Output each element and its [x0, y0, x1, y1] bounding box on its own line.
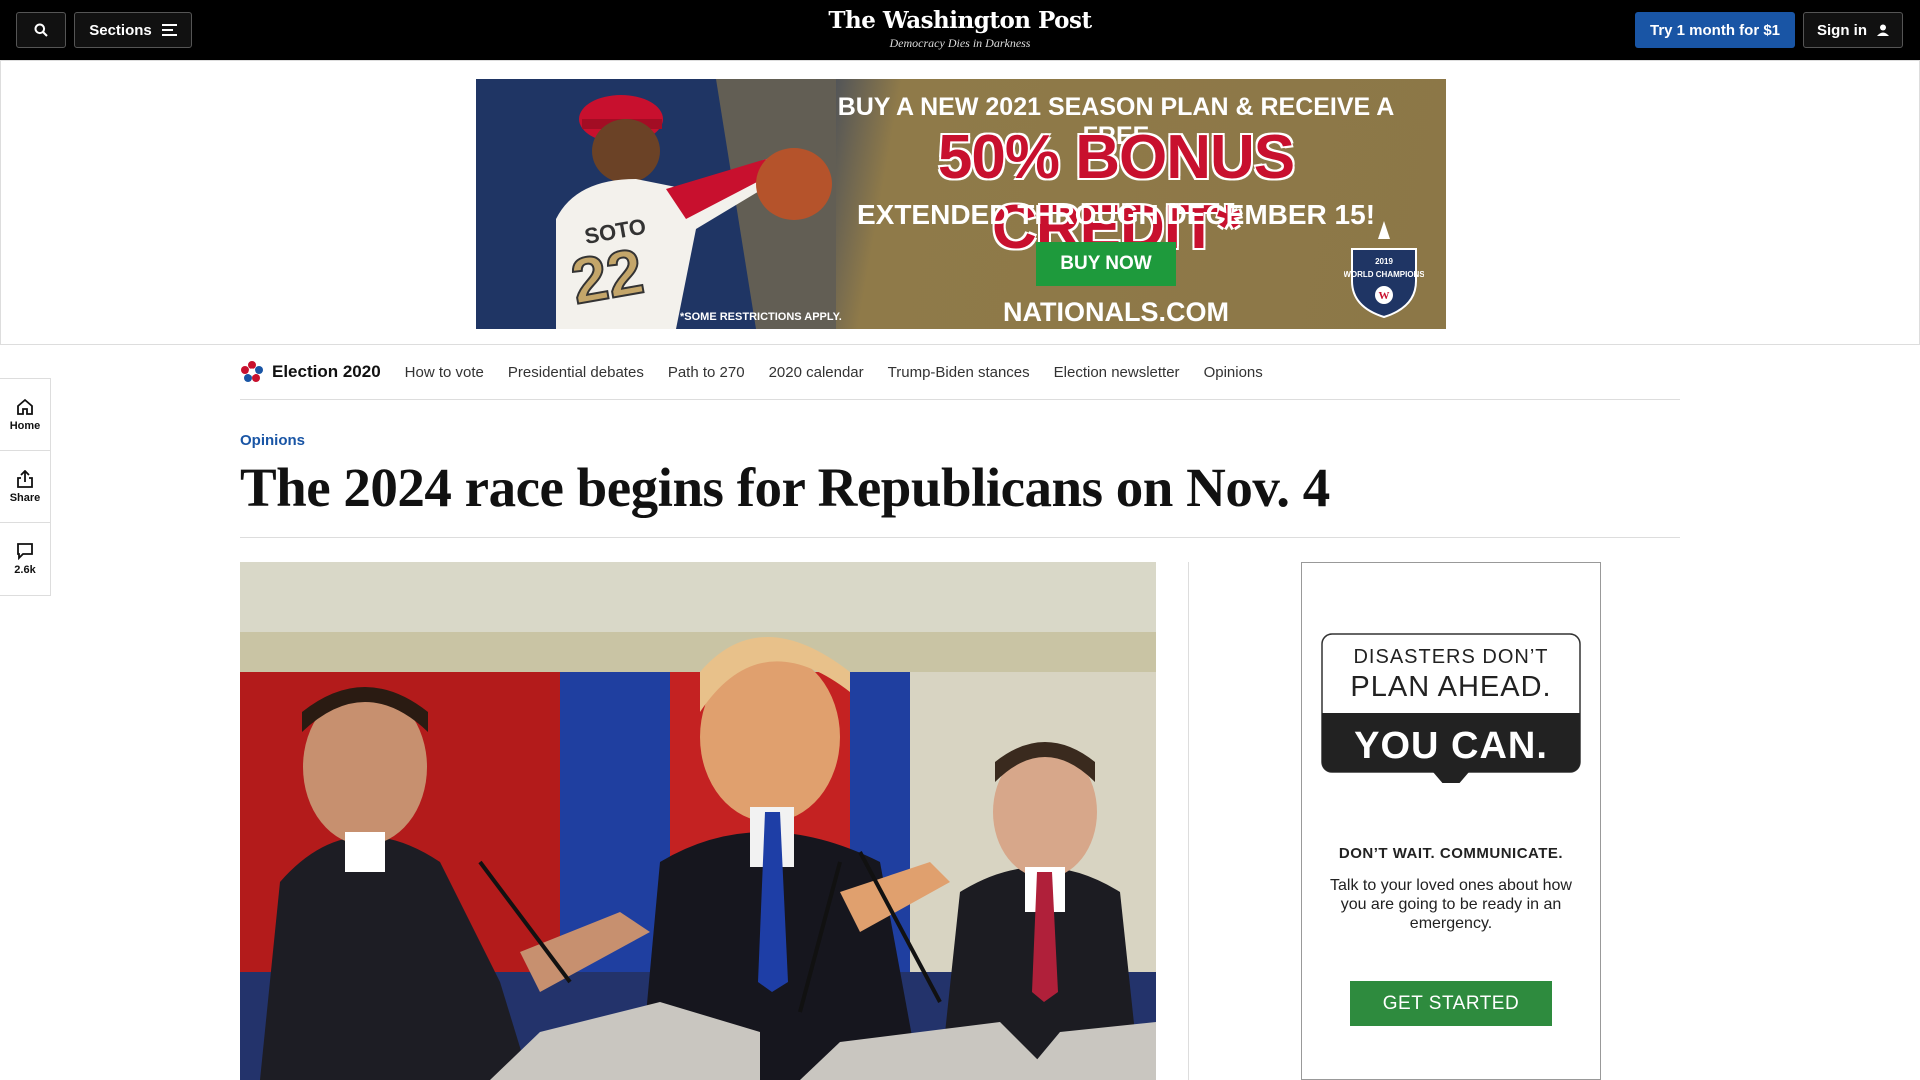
comments-button[interactable]: 2.6k [0, 523, 50, 595]
home-icon [17, 398, 33, 415]
badge-year: 2019 [1375, 257, 1393, 266]
comment-icon [17, 543, 33, 560]
nav-link-trump-biden-stances[interactable]: Trump-Biden stances [888, 364, 1030, 381]
sign-in-button[interactable]: Sign in [1803, 12, 1903, 48]
nav-link-path-to-270[interactable]: Path to 270 [668, 364, 745, 381]
share-button[interactable]: Share [0, 451, 50, 523]
election-2020-link[interactable]: Election 2020 [240, 360, 381, 384]
subscribe-trial-button[interactable]: Try 1 month for $1 [1635, 12, 1795, 48]
nav-link-how-to-vote[interactable]: How to vote [405, 364, 484, 381]
world-champions-badge: 2019 WORLD CHAMPIONS W [1344, 221, 1424, 319]
nationals-ad-banner[interactable]: SOTO 22 BUY A NEW 2021 SEASON PLAN & REC… [476, 79, 1446, 329]
ad-subheading: DON’T WAIT. COMMUNICATE. [1338, 845, 1564, 862]
headline-divider [240, 537, 1680, 538]
masthead-logo[interactable]: The Washington Post Democracy Dies in Da… [760, 6, 1160, 50]
sections-menu-button[interactable]: Sections [74, 12, 192, 48]
emergency-prep-ad[interactable]: DISASTERS DON’T PLAN AHEAD. YOU CAN. DON… [1301, 562, 1601, 1080]
sections-label: Sections [89, 21, 152, 39]
ad-restrictions: *SOME RESTRICTIONS APPLY. [680, 311, 842, 323]
election-star-icon [241, 361, 263, 382]
ad-line-disasters: DISASTERS DON’T [1353, 646, 1549, 668]
section-kicker[interactable]: Opinions [240, 432, 305, 449]
nav-link-presidential-debates[interactable]: Presidential debates [508, 364, 644, 381]
masthead-tagline: Democracy Dies in Darkness [889, 36, 1031, 50]
home-button[interactable]: Home [0, 379, 50, 451]
top-ad-band: SOTO 22 BUY A NEW 2021 SEASON PLAN & REC… [0, 60, 1920, 345]
comment-count: 2.6k [14, 564, 36, 576]
masthead-title: The Washington Post [828, 7, 1092, 34]
badge-text: WORLD CHAMPIONS [1344, 270, 1424, 279]
debate-stage-photo [240, 562, 1156, 1080]
hamburger-menu-icon [161, 24, 177, 36]
article-side-rail: Home Share 2.6k [0, 378, 51, 596]
election-brand-label: Election 2020 [272, 362, 381, 381]
share-icon [17, 469, 33, 488]
search-button[interactable] [16, 12, 66, 48]
svg-text:W: W [1379, 290, 1390, 302]
article-headline: The 2024 race begins for Republicans on … [240, 457, 1330, 518]
get-started-button[interactable]: GET STARTED [1350, 981, 1552, 1026]
user-icon [1877, 24, 1889, 36]
baseball-player-image: SOTO 22 [516, 79, 836, 329]
jersey-number: 22 [566, 235, 649, 318]
column-divider [1188, 562, 1189, 1080]
nav-link-2020-calendar[interactable]: 2020 calendar [769, 364, 864, 381]
home-label: Home [9, 419, 41, 432]
share-label: Share [9, 491, 41, 504]
search-icon [34, 23, 48, 37]
sign-in-label: Sign in [1817, 21, 1867, 39]
ad-extended-text: EXTENDED THROUGH DECEMBER 15! [856, 199, 1376, 230]
ad-buy-now-button[interactable]: BUY NOW [1036, 242, 1176, 286]
ad-site-url: NATIONALS.COM [1003, 297, 1229, 327]
nav-link-opinions[interactable]: Opinions [1204, 364, 1263, 381]
ad-body-text: Talk to your loved ones about how you ar… [1330, 877, 1572, 932]
top-navigation-bar: Sections The Washington Post Democracy D… [0, 0, 1920, 60]
lead-photo [240, 562, 1156, 1080]
nav-link-election-newsletter[interactable]: Election newsletter [1054, 364, 1180, 381]
ad-line-you-can: YOU CAN. [1354, 725, 1548, 767]
ad-line-plan-ahead: PLAN AHEAD. [1350, 671, 1552, 703]
election-2020-nav: Election 2020 How to vote Presidential d… [240, 345, 1680, 400]
